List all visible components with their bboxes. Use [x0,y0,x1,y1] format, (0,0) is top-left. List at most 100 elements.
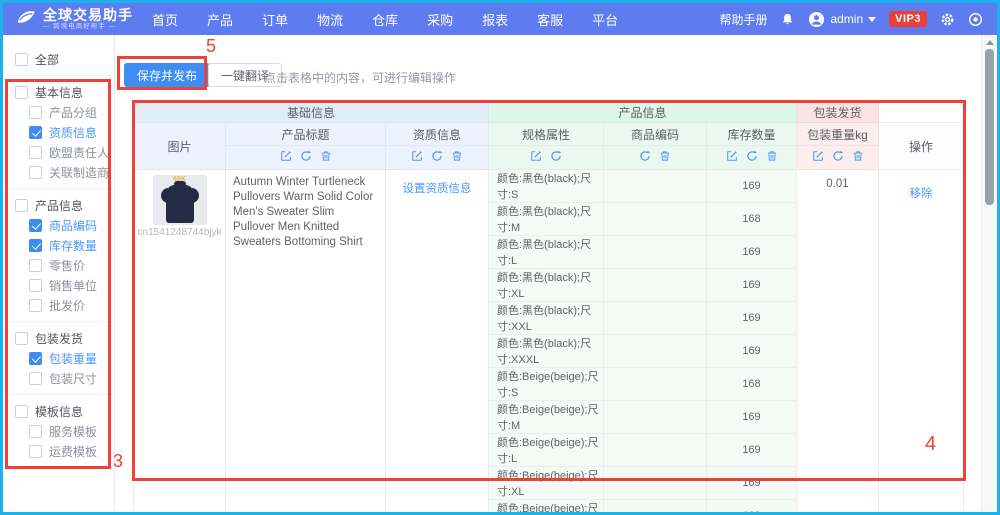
sidebar-item-批发价[interactable]: 批发价 [3,295,114,315]
sku-stock-cell[interactable]: 169 [706,499,797,512]
user-menu[interactable]: admin [808,11,877,28]
nav-item-产品[interactable]: 产品 [204,10,236,29]
sku-spec-cell[interactable]: 颜色:Beige(beige);尺寸:L [488,433,604,467]
scroll-up-arrow-icon[interactable] [986,40,994,45]
sku-spec-cell[interactable]: 颜色:Beige(beige);尺寸:XXL [488,499,604,512]
checkbox[interactable] [29,165,42,179]
checkbox[interactable] [15,331,28,345]
sku-spec-cell[interactable]: 颜色:黑色(black);尺寸:XXL [488,301,604,335]
sidebar-item-包装发货[interactable]: 包装发货 [3,328,114,348]
sku-code-cell[interactable] [603,202,707,236]
sku-code-cell[interactable] [603,268,707,302]
checkbox[interactable] [15,85,28,99]
checkbox[interactable] [29,105,42,119]
gear-icon[interactable] [940,12,955,27]
sidebar-item-包装重量[interactable]: 包装重量 [3,348,114,368]
product-title-cell[interactable]: Autumn Winter Turtleneck Pullovers Warm … [225,169,386,512]
edit-icon[interactable] [812,150,824,162]
sidebar-item-零售价[interactable]: 零售价 [3,255,114,275]
sku-code-cell[interactable] [603,499,707,512]
sku-stock-cell[interactable]: 168 [706,202,797,236]
checkbox[interactable] [29,238,42,252]
refresh-icon[interactable] [639,150,651,162]
sku-code-cell[interactable] [603,367,707,401]
sku-stock-cell[interactable]: 169 [706,268,797,302]
sku-spec-cell[interactable]: 颜色:黑色(black);尺寸:L [488,235,604,269]
sku-stock-cell[interactable]: 169 [706,433,797,467]
sidebar-item-包装尺寸[interactable]: 包装尺寸 [3,368,114,388]
vip-badge[interactable]: VIP3 [889,11,927,27]
nav-item-订单[interactable]: 订单 [259,10,291,29]
vertical-scrollbar[interactable] [981,35,997,512]
sidebar-item-关联制造商[interactable]: 关联制造商 [3,162,114,182]
sku-code-cell[interactable] [603,301,707,335]
delete-icon[interactable] [766,150,778,162]
sku-code-cell[interactable] [603,400,707,434]
sku-spec-cell[interactable]: 颜色:黑色(black);尺寸:S [488,169,604,203]
sku-stock-cell[interactable]: 169 [706,466,797,500]
sidebar-item-产品分组[interactable]: 产品分组 [3,102,114,122]
checkbox[interactable] [15,404,28,418]
edit-icon[interactable] [530,150,542,162]
set-qualification-link[interactable]: 设置资质信息 [386,170,488,196]
checkbox[interactable] [29,145,42,159]
edit-icon[interactable] [726,150,738,162]
sku-stock-cell[interactable]: 169 [706,301,797,335]
checkbox[interactable] [29,371,42,385]
sku-spec-cell[interactable]: 颜色:Beige(beige);尺寸:M [488,400,604,434]
sidebar-item-欧盟责任人[interactable]: 欧盟责任人 [3,142,114,162]
checkbox[interactable] [29,298,42,312]
sidebar-item-产品信息[interactable]: 产品信息 [3,195,114,215]
refresh-icon[interactable] [746,150,758,162]
package-weight-cell[interactable]: 0.01 [796,169,879,512]
sku-spec-cell[interactable]: 颜色:黑色(black);尺寸:XXXL [488,334,604,368]
checkbox[interactable] [29,351,42,365]
product-image[interactable]: 69K [152,175,207,225]
nav-item-报表[interactable]: 报表 [479,10,511,29]
nav-item-首页[interactable]: 首页 [149,10,181,29]
sidebar-item-资质信息[interactable]: 资质信息 [3,122,114,142]
sku-code-cell[interactable] [603,235,707,269]
help-circle-icon[interactable] [968,12,983,27]
scrollbar-thumb[interactable] [985,49,994,205]
remove-link[interactable]: 移除 [879,170,963,201]
checkbox[interactable] [29,125,42,139]
sku-spec-cell[interactable]: 颜色:Beige(beige);尺寸:XL [488,466,604,500]
nav-item-采购[interactable]: 采购 [424,10,456,29]
delete-icon[interactable] [659,150,671,162]
nav-item-仓库[interactable]: 仓库 [369,10,401,29]
product-image-cell[interactable]: 69K cn1541248744bjyk [133,169,226,512]
sidebar-item-模板信息[interactable]: 模板信息 [3,401,114,421]
sku-spec-cell[interactable]: 颜色:黑色(black);尺寸:XL [488,268,604,302]
sku-stock-cell[interactable]: 169 [706,235,797,269]
sidebar-item-基本信息[interactable]: 基本信息 [3,82,114,102]
nav-item-平台[interactable]: 平台 [589,10,621,29]
sku-stock-cell[interactable]: 168 [706,367,797,401]
help-manual-link[interactable]: 帮助手册 [719,11,767,28]
checkbox[interactable] [29,218,42,232]
checkbox[interactable] [29,444,42,458]
checkbox[interactable] [29,258,42,272]
app-logo[interactable]: 全球交易助手 — 跨境电商好帮手 — [3,6,133,33]
sidebar-item-商品编码[interactable]: 商品编码 [3,215,114,235]
checkbox[interactable] [15,52,28,66]
save-publish-button[interactable]: 保存并发布 [124,63,211,87]
nav-item-客服[interactable]: 客服 [534,10,566,29]
sidebar-item-销售单位[interactable]: 销售单位 [3,275,114,295]
checkbox[interactable] [29,278,42,292]
checkbox[interactable] [29,424,42,438]
delete-icon[interactable] [852,150,864,162]
sku-code-cell[interactable] [603,466,707,500]
bell-icon[interactable] [780,12,795,27]
nav-item-物流[interactable]: 物流 [314,10,346,29]
sku-code-cell[interactable] [603,433,707,467]
sidebar-item-库存数量[interactable]: 库存数量 [3,235,114,255]
delete-icon[interactable] [320,150,332,162]
edit-icon[interactable] [411,150,423,162]
refresh-icon[interactable] [832,150,844,162]
refresh-icon[interactable] [431,150,443,162]
sku-spec-cell[interactable]: 颜色:Beige(beige);尺寸:S [488,367,604,401]
sidebar-item-服务模板[interactable]: 服务模板 [3,421,114,441]
sidebar-item-运费模板[interactable]: 运费模板 [3,441,114,461]
sku-code-cell[interactable] [603,169,707,203]
